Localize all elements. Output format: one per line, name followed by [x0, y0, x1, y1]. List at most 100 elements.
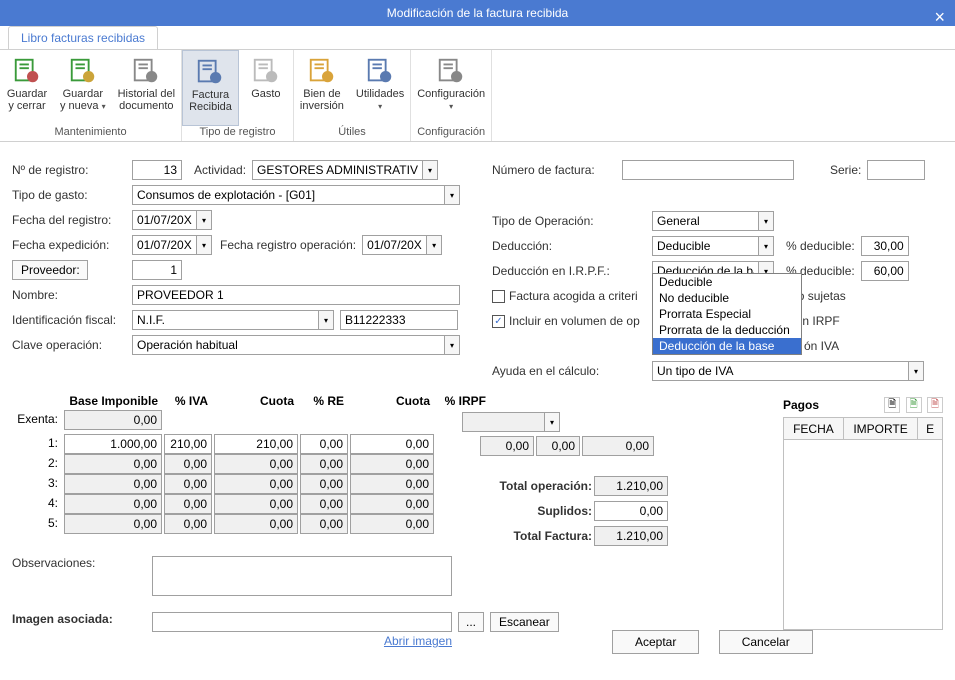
title-bar: Modificación de la factura recibida × [0, 0, 955, 26]
label-fecharegistro: Fecha del registro: [12, 213, 132, 227]
input-pctded1[interactable] [861, 236, 909, 256]
val-totalop [594, 476, 668, 496]
pagos-body[interactable] [783, 440, 943, 630]
input-numfactura[interactable] [622, 160, 794, 180]
cell-cuota[interactable] [214, 434, 298, 454]
cell-exenta [64, 410, 162, 430]
cancelar-button[interactable]: Cancelar [719, 630, 813, 654]
date-fecharegop[interactable] [362, 235, 426, 255]
combo-ayudacalculo-btn[interactable]: ▾ [908, 361, 924, 381]
date-fecharegistro-btn[interactable]: ▾ [196, 210, 212, 230]
ribbon-guardar-nueva[interactable]: Guardary nueva ▾ [54, 50, 112, 126]
cell-cuota2 [350, 454, 434, 474]
label-tipogasto: Tipo de gasto: [12, 188, 132, 202]
dropdown-opt[interactable]: Deducible [653, 274, 801, 290]
dropdown-opt[interactable]: Deducción de la base [653, 338, 801, 354]
tab-libro-facturas[interactable]: Libro facturas recibidas [8, 26, 158, 49]
cell-base [64, 454, 162, 474]
pago-new-icon[interactable]: 🗎 [884, 397, 900, 413]
ribbon-gasto[interactable]: Gasto [239, 50, 293, 126]
val-totalfactura [594, 526, 668, 546]
close-icon[interactable]: × [934, 4, 945, 30]
cell-cuota2 [350, 514, 434, 534]
dropdown-opt[interactable]: Prorrata Especial [653, 306, 801, 322]
cell-re [300, 474, 348, 494]
cell-irpf-3 [582, 436, 654, 456]
cell-base [64, 514, 162, 534]
ribbon-factura-recibida[interactable]: FacturaRecibida [182, 50, 239, 126]
label-suplidos: Suplidos: [460, 504, 592, 518]
cell-base [64, 494, 162, 514]
aceptar-button[interactable]: Aceptar [612, 630, 699, 654]
combo-claveop-btn[interactable]: ▾ [444, 335, 460, 355]
input-idfiscal-num[interactable] [340, 310, 458, 330]
cell-cuota [214, 494, 298, 514]
combo-actividad-btn[interactable]: ▾ [422, 160, 438, 180]
browse-button[interactable]: ... [458, 612, 484, 632]
dropdown-opt[interactable]: Prorrata de la deducción [653, 322, 801, 338]
combo-irpf-btn[interactable]: ▾ [544, 412, 560, 432]
dropdown-deduccion-irpf[interactable]: DeducibleNo deducibleProrrata EspecialPr… [652, 273, 802, 355]
label-nosujetas-tail: o sujetas [798, 289, 846, 303]
date-fechaexpedicion-btn[interactable]: ▾ [196, 235, 212, 255]
textarea-observaciones[interactable] [152, 556, 452, 596]
input-serie[interactable] [867, 160, 925, 180]
dropdown-opt[interactable]: No deducible [653, 290, 801, 306]
input-imagenasociada[interactable] [152, 612, 452, 632]
input-nombre[interactable] [132, 285, 460, 305]
cell-irpf-2 [536, 436, 580, 456]
ribbon: Guardary cerrarGuardary nueva ▾Historial… [0, 50, 955, 142]
col-cuota2: Cuota [348, 392, 434, 410]
pago-del-icon[interactable]: 🗎 [927, 397, 943, 413]
combo-tipogasto-btn[interactable]: ▾ [444, 185, 460, 205]
val-suplidos[interactable] [594, 501, 668, 521]
cell-cuota2[interactable] [350, 434, 434, 454]
combo-tipoop[interactable] [652, 211, 758, 231]
scan-button[interactable]: Escanear [490, 612, 559, 632]
combo-tipoop-btn[interactable]: ▾ [758, 211, 774, 231]
pagos-col-fecha[interactable]: FECHA [784, 418, 844, 440]
ribbon-historial[interactable]: Historial deldocumento [112, 50, 181, 126]
input-nregistro[interactable] [132, 160, 182, 180]
checkbox-factura-caja[interactable] [492, 290, 505, 303]
ribbon-bien-inversion[interactable]: Bien deinversión [294, 50, 350, 126]
label-fechaexpedicion: Fecha expedición: [12, 238, 132, 252]
cell-base[interactable] [64, 434, 162, 454]
combo-idfiscal-tipo[interactable] [132, 310, 318, 330]
checkbox-incluir-volumen[interactable]: ✓ [492, 315, 505, 328]
pagos-col-importe[interactable]: IMPORTE [843, 418, 917, 440]
pago-edit-icon[interactable]: 🗎 [906, 397, 922, 413]
label-tipoop: Tipo de Operación: [492, 214, 652, 228]
grid-row: 2: [12, 454, 564, 474]
date-fecharegop-btn[interactable]: ▾ [426, 235, 442, 255]
label-fecharegop: Fecha registro operación: [220, 238, 356, 252]
col-irpf: % IRPF [434, 392, 490, 410]
date-fecharegistro[interactable] [132, 210, 196, 230]
cell-iva [164, 454, 212, 474]
combo-tipogasto[interactable] [132, 185, 444, 205]
combo-deduccion-btn[interactable]: ▾ [758, 236, 774, 256]
input-proveedor[interactable] [132, 260, 182, 280]
ribbon-utilidades[interactable]: Utilidades ▾ [350, 50, 410, 126]
col-base: Base Imponible [62, 392, 162, 410]
ribbon-guardar-cerrar[interactable]: Guardary cerrar [0, 50, 54, 126]
abrir-imagen-link[interactable]: Abrir imagen [384, 634, 452, 648]
cell-cuota [214, 474, 298, 494]
ribbon-configuracion[interactable]: Configuración ▾ [411, 50, 491, 126]
cell-iva[interactable] [164, 434, 212, 454]
combo-actividad[interactable] [252, 160, 422, 180]
combo-claveop[interactable] [132, 335, 444, 355]
proveedor-button[interactable]: Proveedor: [12, 260, 88, 280]
label-deduccion: Deducción: [492, 239, 652, 253]
pagos-col-e[interactable]: E [918, 418, 943, 440]
combo-deduccion[interactable] [652, 236, 758, 256]
cell-re[interactable] [300, 434, 348, 454]
label-nregistro: Nº de registro: [12, 163, 132, 177]
date-fechaexpedicion[interactable] [132, 235, 196, 255]
combo-idfiscal-tipo-btn[interactable]: ▾ [318, 310, 334, 330]
label-deduccionirpf: Deducción en I.R.P.F.: [492, 264, 652, 278]
cell-re [300, 454, 348, 474]
input-pctded2[interactable] [861, 261, 909, 281]
combo-irpf [462, 412, 544, 432]
combo-ayudacalculo[interactable] [652, 361, 908, 381]
